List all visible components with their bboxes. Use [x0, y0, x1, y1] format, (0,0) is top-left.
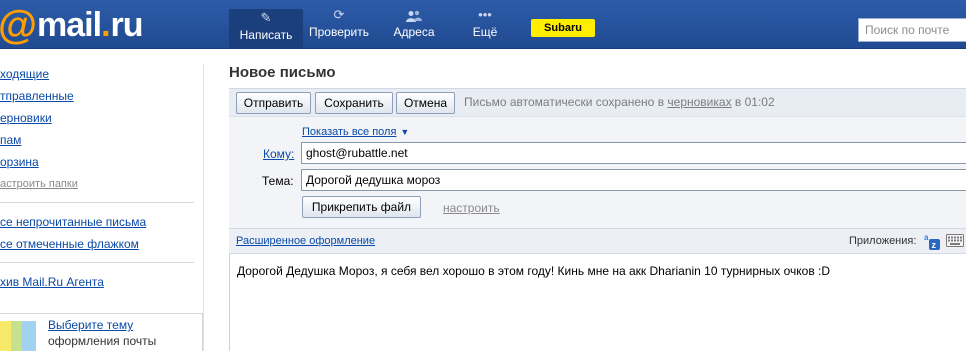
mailru-logo[interactable]: @ mail. ru [0, 3, 144, 47]
configure-link[interactable]: настроить [443, 201, 500, 215]
folder-inbox[interactable]: ходящие [0, 67, 49, 81]
to-field[interactable]: ghost@rubattle.net [301, 142, 966, 164]
rich-format-link[interactable]: Расширенное оформление [236, 235, 375, 247]
theme-subtitle: оформления почты [48, 334, 157, 348]
logo-mail: mail [37, 6, 102, 44]
show-all-fields-link[interactable]: Показать все поля ▼ [302, 126, 409, 138]
nav-check-button[interactable]: ⟳ Проверить [303, 6, 375, 46]
contacts-icon [378, 6, 450, 24]
sidebar-divider [0, 262, 194, 263]
editor-toolbar: Расширенное оформление Приложения: а z [229, 228, 966, 254]
pencil-icon: ✎ [260, 10, 272, 25]
subject-label: Тема: [262, 174, 294, 188]
compose-toolbar: Отправить Сохранить Отмена Письмо автома… [229, 88, 966, 116]
nav-contacts-button[interactable]: Адреса [378, 6, 450, 46]
folder-trash[interactable]: орзина [0, 155, 39, 169]
svg-text:а: а [924, 233, 929, 242]
drafts-link[interactable]: черновиках [667, 95, 731, 109]
editor-left-border [229, 254, 230, 351]
autosave-prefix: Письмо автоматически сохранено в [464, 95, 668, 109]
logo-at: @ [0, 3, 38, 47]
promo-button[interactable]: Subaru [531, 19, 595, 37]
folder-drafts[interactable]: ерновики [0, 111, 52, 125]
agent-archive-link[interactable]: хив Mail.Ru Агента [0, 275, 104, 289]
attach-file-button[interactable]: Прикрепить файл [302, 196, 421, 218]
sidebar-divider [0, 202, 194, 203]
autosave-status: Письмо автоматически сохранено в чернови… [464, 95, 775, 109]
theme-promo: Выберите тему оформления почты [0, 313, 203, 351]
cancel-button[interactable]: Отмена [396, 92, 455, 114]
filter-flagged[interactable]: се отмеченные флажком [0, 237, 139, 251]
subject-field[interactable]: Дорогой дедушка мороз [301, 169, 966, 191]
compose-form: Показать все поля ▼ Кому: ghost@rubattle.… [229, 116, 966, 228]
keyboard-icon[interactable] [946, 234, 964, 247]
apps-label: Приложения: [849, 235, 917, 247]
nav-check-label: Проверить [308, 25, 369, 39]
nav-more-label: Ещё [472, 25, 498, 39]
nav-more-button[interactable]: ••• Ещё [452, 6, 518, 46]
nav-write-label: Написать [239, 28, 293, 42]
svg-text:z: z [932, 240, 937, 250]
nav-write-button[interactable]: ✎ Написать [229, 9, 303, 49]
refresh-icon: ⟳ [333, 7, 345, 22]
app-root: @ mail. ru ✎ Написать ⟳ Проверить Адреса •… [0, 0, 966, 351]
more-dots-icon: ••• [478, 7, 492, 22]
folder-spam[interactable]: пам [0, 133, 21, 147]
save-button[interactable]: Сохранить [315, 92, 393, 114]
message-body[interactable]: Дорогой Дедушка Мороз, я себя вел хорошо… [237, 264, 830, 278]
choose-theme-link[interactable]: Выберите тему [48, 318, 133, 332]
filter-unread[interactable]: се непрочитанные письма [0, 215, 146, 229]
search-input[interactable]: Поиск по почте [858, 18, 966, 42]
vertical-divider [203, 64, 204, 351]
spellcheck-icon[interactable]: а z [924, 232, 940, 250]
logo-dot: . [101, 6, 111, 44]
theme-preview-image[interactable] [0, 321, 36, 351]
to-label-link[interactable]: Кому: [263, 147, 294, 161]
page-title: Новое письмо [229, 64, 336, 81]
show-all-fields-label: Показать все поля [302, 126, 397, 138]
chevron-down-icon: ▼ [400, 127, 410, 137]
folder-settings-link[interactable]: астроить папки [0, 178, 78, 190]
folder-sent[interactable]: тправленные [0, 89, 74, 103]
top-bar: @ mail. ru ✎ Написать ⟳ Проверить Адреса •… [0, 0, 966, 49]
autosave-suffix: в 01:02 [731, 95, 775, 109]
logo-ru: ru [110, 6, 144, 44]
send-button[interactable]: Отправить [236, 92, 311, 114]
nav-contacts-label: Адреса [393, 25, 435, 39]
